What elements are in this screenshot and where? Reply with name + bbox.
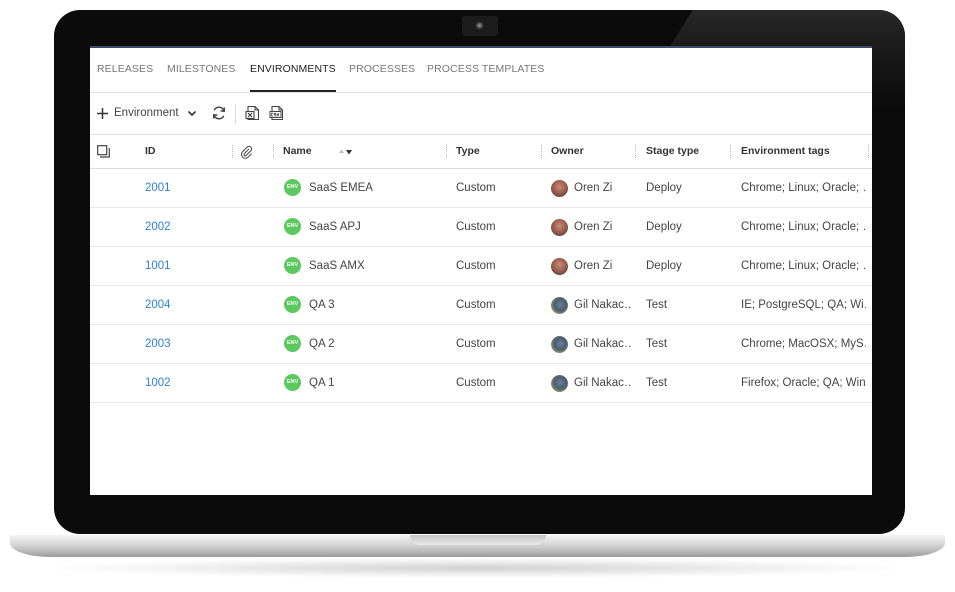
row-owner: Oren Zi	[574, 260, 613, 272]
environment-badge-icon: ENV	[284, 335, 301, 352]
select-all-icon[interactable]	[97, 145, 111, 158]
laptop-shadow	[40, 558, 915, 578]
table-row[interactable]: 2001 ENV SaaS EMEA Custom Oren Zi Deploy…	[90, 169, 872, 208]
avatar	[551, 180, 568, 197]
row-environment-tags: Chrome; MacOSX; MyS…	[741, 338, 866, 350]
row-type: Custom	[456, 182, 496, 194]
tab-environments[interactable]: ENVIRONMENTS	[250, 48, 336, 92]
export-csv-button[interactable]	[269, 92, 285, 134]
row-stage-type: Test	[646, 377, 668, 389]
row-environment-tags: Chrome; Linux; Oracle; …	[741, 221, 866, 233]
app-screen: RELEASES MILESTONES ENVIRONMENTS PROCESS…	[90, 46, 872, 495]
column-name[interactable]: Name	[283, 135, 312, 168]
plus-icon	[97, 107, 108, 119]
avatar	[551, 219, 568, 236]
row-stage-type: Deploy	[646, 221, 682, 233]
row-environment-tags: Chrome; Linux; Oracle; …	[741, 260, 866, 272]
column-owner[interactable]: Owner	[551, 135, 584, 168]
row-id-link[interactable]: 2001	[145, 169, 225, 207]
export-excel-button[interactable]	[245, 92, 261, 134]
tab-processes[interactable]: PROCESSES	[349, 48, 415, 92]
row-owner: Oren Zi	[574, 221, 613, 233]
row-owner: Gil Nakac…	[574, 377, 632, 389]
row-stage-type: Deploy	[646, 260, 682, 272]
add-environment-label: Environment	[114, 107, 179, 119]
column-divider[interactable]	[868, 145, 869, 158]
chevron-down-icon	[187, 110, 196, 117]
row-type: Custom	[456, 299, 496, 311]
column-environment-tags[interactable]: Environment tags	[741, 135, 830, 168]
environment-badge-icon: ENV	[284, 257, 301, 274]
environment-badge-icon: ENV	[284, 374, 301, 391]
row-id-link[interactable]: 1002	[145, 364, 225, 402]
tab-bar: RELEASES MILESTONES ENVIRONMENTS PROCESS…	[90, 48, 872, 93]
row-id-link[interactable]: 2002	[145, 208, 225, 246]
column-divider[interactable]	[541, 145, 542, 158]
row-id-link[interactable]: 2004	[145, 286, 225, 324]
column-stage-type[interactable]: Stage type	[646, 135, 699, 168]
row-id-link[interactable]: 1001	[145, 247, 225, 285]
camera-housing	[462, 16, 498, 36]
environment-badge-icon: ENV	[284, 296, 301, 313]
row-stage-type: Deploy	[646, 182, 682, 194]
row-name: QA 2	[309, 338, 335, 350]
row-type: Custom	[456, 338, 496, 350]
row-owner: Oren Zi	[574, 182, 613, 194]
table-header: ID Name Type Owner Stage type Environmen…	[90, 135, 872, 169]
row-name: QA 3	[309, 299, 335, 311]
table-row[interactable]: 2003 ENV QA 2 Custom Gil Nakac… Test Chr…	[90, 325, 872, 364]
row-owner: Gil Nakac…	[574, 338, 632, 350]
attachment-icon[interactable]	[240, 145, 253, 159]
environment-badge-icon: ENV	[284, 218, 301, 235]
column-divider[interactable]	[232, 145, 233, 158]
row-environment-tags: Firefox; Oracle; QA; Win7	[741, 377, 866, 389]
row-name: SaaS APJ	[309, 221, 361, 233]
laptop-notch	[410, 535, 546, 545]
tab-releases[interactable]: RELEASES	[97, 48, 153, 92]
toolbar-separator	[235, 104, 236, 124]
sort-desc-icon[interactable]	[338, 147, 353, 156]
table-row[interactable]: 1002 ENV QA 1 Custom Gil Nakac… Test Fir…	[90, 364, 872, 403]
row-type: Custom	[456, 377, 496, 389]
row-name: SaaS EMEA	[309, 182, 373, 194]
export-csv-icon	[269, 105, 284, 121]
column-type[interactable]: Type	[456, 135, 480, 168]
row-id-link[interactable]: 2003	[145, 325, 225, 363]
column-divider[interactable]	[446, 145, 447, 158]
avatar	[551, 375, 568, 392]
table-row[interactable]: 2004 ENV QA 3 Custom Gil Nakac… Test IE;…	[90, 286, 872, 325]
toolbar: Environment	[90, 92, 872, 135]
column-divider[interactable]	[273, 145, 274, 158]
row-type: Custom	[456, 260, 496, 272]
refresh-icon	[212, 106, 226, 120]
webcam-icon	[475, 21, 484, 30]
environment-badge-icon: ENV	[284, 179, 301, 196]
row-type: Custom	[456, 221, 496, 233]
column-divider[interactable]	[730, 145, 731, 158]
table-row[interactable]: 1001 ENV SaaS AMX Custom Oren Zi Deploy …	[90, 247, 872, 286]
row-environment-tags: IE; PostgreSQL; QA; Wi…	[741, 299, 866, 311]
row-stage-type: Test	[646, 338, 668, 350]
tab-milestones[interactable]: MILESTONES	[167, 48, 236, 92]
avatar	[551, 336, 568, 353]
table-row[interactable]: 2002 ENV SaaS APJ Custom Oren Zi Deploy …	[90, 208, 872, 247]
row-name: SaaS AMX	[309, 260, 365, 272]
avatar	[551, 258, 568, 275]
row-environment-tags: Chrome; Linux; Oracle; …	[741, 182, 866, 194]
row-name: QA 1	[309, 377, 335, 389]
row-owner: Gil Nakac…	[574, 299, 632, 311]
refresh-button[interactable]	[211, 92, 227, 134]
add-environment-button[interactable]: Environment	[96, 92, 198, 134]
row-stage-type: Test	[646, 299, 668, 311]
column-id[interactable]: ID	[145, 135, 156, 168]
avatar	[551, 297, 568, 314]
tab-process-templates[interactable]: PROCESS TEMPLATES	[427, 48, 544, 92]
column-divider[interactable]	[635, 145, 636, 158]
export-excel-icon	[245, 105, 260, 121]
